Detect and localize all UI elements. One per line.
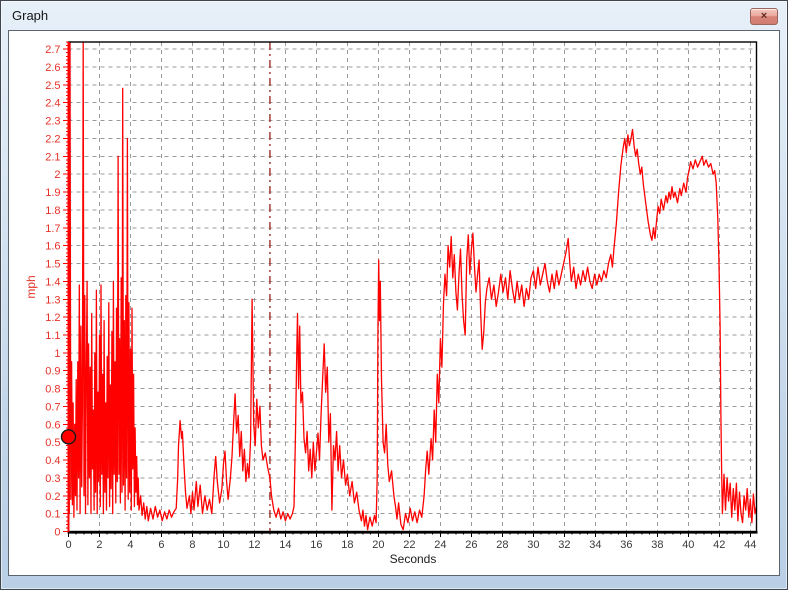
title-bar[interactable]: Graph × [1, 1, 787, 30]
svg-text:1.3: 1.3 [45, 294, 60, 306]
svg-text:18: 18 [341, 539, 353, 551]
svg-text:22: 22 [403, 539, 415, 551]
svg-text:1.4: 1.4 [45, 276, 60, 288]
svg-text:2.3: 2.3 [45, 116, 60, 128]
svg-text:1.1: 1.1 [45, 330, 60, 342]
start-marker[interactable] [60, 429, 77, 445]
svg-text:44: 44 [744, 539, 756, 551]
svg-text:2.4: 2.4 [45, 98, 60, 110]
svg-text:2.5: 2.5 [45, 80, 60, 92]
svg-text:2.6: 2.6 [45, 62, 60, 74]
series-line [68, 42, 757, 531]
svg-text:14: 14 [279, 539, 291, 551]
svg-text:1.7: 1.7 [45, 223, 60, 235]
svg-text:40: 40 [682, 539, 694, 551]
x-tick-labels: 0 2 4 6 8 10 12 14 16 18 20 22 24 26 28 30 32 34 36 38 40 42 4… [65, 539, 756, 551]
svg-text:0.5: 0.5 [45, 437, 60, 449]
svg-text:0.7: 0.7 [45, 401, 60, 413]
close-button[interactable]: × [750, 8, 778, 25]
svg-text:2.1: 2.1 [45, 151, 60, 163]
svg-text:0.8: 0.8 [45, 384, 60, 396]
graph-canvas[interactable]: 0 2 4 6 8 10 12 14 16 18 20 22 24 26 28 30 32 34 36 38 40 42 4… [9, 31, 779, 575]
svg-text:0.6: 0.6 [45, 419, 60, 431]
graph-window: Graph × 0 2 4 6 8 10 12 14 16 18 20 22 24 26 28 30 32 34 3… [0, 0, 788, 590]
x-axis-label: Seconds [390, 552, 437, 566]
svg-text:0.9: 0.9 [45, 366, 60, 378]
svg-text:6: 6 [158, 539, 164, 551]
svg-text:34: 34 [589, 539, 601, 551]
svg-text:0.4: 0.4 [45, 455, 60, 467]
svg-text:2.7: 2.7 [45, 44, 60, 56]
plot-frame [67, 41, 758, 533]
svg-text:1.8: 1.8 [45, 205, 60, 217]
svg-text:42: 42 [713, 539, 725, 551]
svg-text:38: 38 [651, 539, 663, 551]
svg-text:30: 30 [527, 539, 539, 551]
svg-text:1.6: 1.6 [45, 241, 60, 253]
svg-text:10: 10 [217, 539, 229, 551]
svg-text:1.5: 1.5 [45, 259, 60, 271]
svg-text:2.2: 2.2 [45, 133, 60, 145]
svg-text:1: 1 [54, 348, 60, 360]
svg-text:16: 16 [310, 539, 322, 551]
svg-text:1.2: 1.2 [45, 312, 60, 324]
svg-text:4: 4 [127, 539, 133, 551]
window-title: Graph [12, 8, 49, 23]
svg-text:2: 2 [54, 169, 60, 181]
svg-text:36: 36 [620, 539, 632, 551]
svg-text:0: 0 [65, 539, 71, 551]
svg-text:32: 32 [558, 539, 570, 551]
y-axis-label: mph [24, 275, 38, 298]
svg-text:20: 20 [372, 539, 384, 551]
gridlines [68, 42, 757, 532]
chart-client-area: 0 2 4 6 8 10 12 14 16 18 20 22 24 26 28 30 32 34 36 38 40 42 4… [8, 30, 780, 576]
svg-text:0.2: 0.2 [45, 491, 60, 503]
y-tick-labels: 0 0.1 0.2 0.3 0.4 0.5 0.6 0.7 0.8 0.9 1 1.1 1.2 1.3 1.… [45, 44, 60, 538]
chart-generated-content: 0 2 4 6 8 10 12 14 16 18 20 22 24 26 28 30 32 34 36 38 40 42 4… [45, 41, 758, 551]
svg-text:0.1: 0.1 [45, 509, 60, 521]
svg-text:26: 26 [465, 539, 477, 551]
svg-text:8: 8 [189, 539, 195, 551]
svg-text:0: 0 [54, 527, 60, 539]
svg-text:1.9: 1.9 [45, 187, 60, 199]
svg-text:24: 24 [434, 539, 446, 551]
svg-text:28: 28 [496, 539, 508, 551]
close-icon: × [760, 10, 768, 22]
svg-text:0.3: 0.3 [45, 473, 60, 485]
svg-text:12: 12 [248, 539, 260, 551]
svg-text:2: 2 [96, 539, 102, 551]
